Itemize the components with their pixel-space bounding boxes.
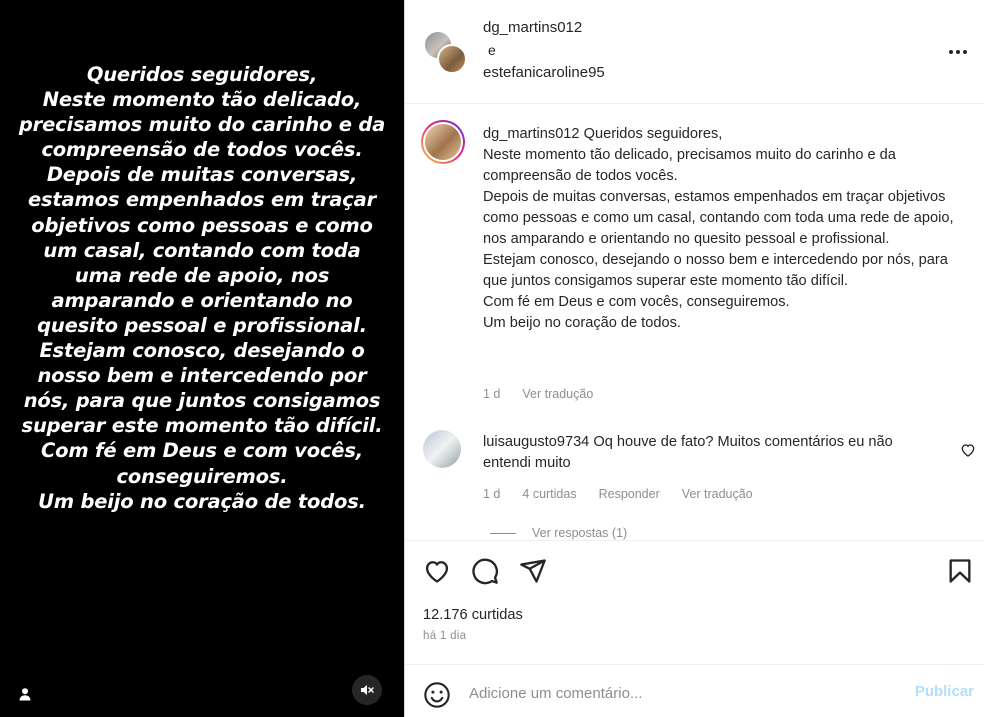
- comment-input[interactable]: [467, 677, 891, 709]
- post-details-panel: dg_martins012 e estefanicaroline95 dg_ma…: [404, 0, 984, 717]
- collaborator-username-link[interactable]: estefanicaroline95: [483, 64, 605, 81]
- avatar: [423, 122, 463, 162]
- instagram-post-view: Queridos seguidores, Neste momento tão d…: [0, 0, 984, 717]
- publish-button[interactable]: Publicar: [915, 683, 974, 700]
- smiley-icon[interactable]: [423, 681, 451, 709]
- view-replies-button[interactable]: Ver respostas (1): [490, 526, 627, 540]
- caption-text: Queridos seguidores, Neste momento tão d…: [483, 126, 954, 331]
- comment-likes-link[interactable]: 4 curtidas: [522, 487, 576, 501]
- caption-translate-link[interactable]: Ver tradução: [522, 387, 593, 401]
- likes-count[interactable]: 12.176 curtidas: [423, 607, 523, 623]
- author-username-link[interactable]: dg_martins012: [483, 19, 582, 36]
- more-horizontal-icon: [949, 50, 967, 54]
- mute-toggle-button[interactable]: [352, 675, 382, 705]
- add-comment-bar: Publicar: [405, 664, 984, 717]
- comment-username-link[interactable]: luisaugusto9734: [483, 434, 589, 450]
- caption-age: 1 d: [483, 387, 501, 401]
- comment-meta: 1 d 4 curtidas Responder Ver tradução: [483, 487, 753, 501]
- speaker-muted-icon: [361, 685, 374, 695]
- collab-connector: e: [488, 42, 496, 58]
- comment-age: 1 d: [483, 487, 501, 501]
- caption-avatar[interactable]: [421, 120, 465, 164]
- action-bar: [405, 540, 984, 600]
- paper-plane-icon[interactable]: [519, 557, 547, 585]
- comment: luisaugusto9734 Oq houve de fato? Muitos…: [483, 432, 923, 474]
- heart-icon[interactable]: [423, 557, 451, 585]
- bookmark-icon[interactable]: [946, 557, 974, 585]
- comment-translate-link[interactable]: Ver tradução: [682, 487, 753, 501]
- comment-heart-icon[interactable]: [960, 442, 976, 458]
- more-options-button[interactable]: [946, 40, 970, 64]
- comments-section[interactable]: dg_martins012 Queridos seguidores, Neste…: [405, 104, 984, 540]
- media-message-text: Queridos seguidores, Neste momento tão d…: [18, 63, 386, 513]
- caption: dg_martins012 Queridos seguidores, Neste…: [483, 124, 963, 334]
- post-media[interactable]: Queridos seguidores, Neste momento tão d…: [0, 0, 404, 717]
- caption-username-link[interactable]: dg_martins012: [483, 126, 580, 142]
- collab-avatars[interactable]: [423, 30, 467, 74]
- post-header: dg_martins012 e estefanicaroline95: [405, 0, 984, 104]
- reply-divider: [490, 532, 516, 534]
- comment-icon[interactable]: [471, 557, 499, 585]
- avatar: [437, 44, 467, 74]
- comment-avatar[interactable]: [423, 430, 461, 468]
- person-icon: [19, 688, 31, 701]
- tagged-users-button[interactable]: [14, 683, 36, 705]
- post-timestamp[interactable]: há 1 dia: [423, 630, 466, 642]
- view-replies-label: Ver respostas (1): [532, 526, 628, 540]
- comment-reply-button[interactable]: Responder: [599, 487, 660, 501]
- caption-meta: 1 d Ver tradução: [483, 387, 593, 401]
